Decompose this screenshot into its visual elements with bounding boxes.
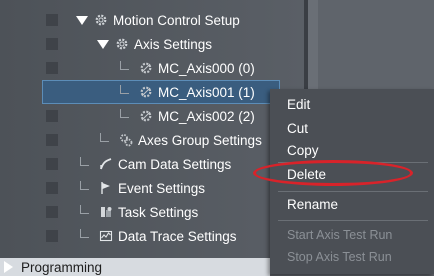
tree-item-label: Axis Settings	[134, 36, 213, 52]
tree-item-label: MC_Axis002 (2)	[158, 108, 255, 124]
tree-section-programming[interactable]: Programming	[0, 258, 270, 276]
tree-item-label: Axes Group Settings	[138, 132, 262, 148]
expand-arrow-icon[interactable]	[97, 39, 109, 49]
tree-connector	[100, 132, 109, 142]
tree-item-label: Motion Control Setup	[113, 12, 240, 28]
tree-connector	[80, 156, 89, 166]
cam-curve-icon	[99, 157, 113, 171]
tree-item-event-settings[interactable]: Event Settings	[0, 176, 304, 200]
tree-item-label: MC_Axis000 (0)	[158, 60, 255, 76]
tree-item-axis1[interactable]: MC_Axis001 (1)	[0, 80, 304, 104]
expand-arrow-icon[interactable]	[76, 15, 88, 25]
gear-icon	[115, 37, 129, 51]
tree-item-task-settings[interactable]: Task Settings	[0, 200, 304, 224]
tree-connector	[120, 60, 129, 70]
tree-item-label: Event Settings	[118, 180, 206, 196]
menu-item-edit[interactable]: Edit	[270, 94, 434, 116]
tree-connector	[120, 84, 129, 94]
menu-item-stop-axis-test-run: Stop Axis Test Run	[287, 250, 392, 264]
section-label: Programming	[21, 259, 103, 275]
menu-separator	[278, 191, 428, 192]
tree-connector	[120, 108, 129, 118]
tree-connector	[80, 180, 89, 190]
flag-icon	[99, 181, 113, 195]
axes-group-icon	[119, 133, 133, 147]
menu-item-rename[interactable]: Rename	[270, 194, 434, 216]
axis-gear-icon	[139, 61, 153, 75]
tree-item-axis0[interactable]: MC_Axis000 (0)	[0, 56, 304, 80]
collapse-arrow-icon[interactable]	[4, 261, 13, 273]
axis-gear-icon	[139, 85, 153, 99]
trace-chart-icon	[99, 229, 113, 243]
tree-item-axes-group-settings[interactable]: Axes Group Settings	[0, 128, 304, 152]
axis-gear-icon	[139, 109, 153, 123]
menu-item-copy[interactable]: Copy	[270, 140, 434, 162]
tree-item-label: Data Trace Settings	[118, 228, 237, 244]
tree-connector	[80, 228, 89, 238]
tree-item-motion-control-setup[interactable]: Motion Control Setup	[0, 8, 304, 32]
tree-item-axis2[interactable]: MC_Axis002 (2)	[0, 104, 304, 128]
tree-item-axis-settings[interactable]: Axis Settings	[0, 32, 304, 56]
tree-item-label: MC_Axis001 (1)	[158, 84, 255, 100]
tree-item-label: Task Settings	[118, 204, 199, 220]
menu-separator	[278, 220, 428, 221]
menu-separator	[278, 162, 428, 163]
context-menu: Edit Cut Copy Delete Rename Start Axis T…	[270, 89, 434, 274]
tree-item-data-trace-settings[interactable]: Data Trace Settings	[0, 224, 304, 248]
menu-item-delete[interactable]: Delete	[270, 164, 434, 186]
tree-connector	[80, 204, 89, 214]
project-tree: Motion Control Setup Axis Settings MC_Ax…	[0, 0, 304, 274]
menu-item-cut[interactable]: Cut	[270, 118, 434, 140]
tree-item-cam-data-settings[interactable]: Cam Data Settings	[0, 152, 304, 176]
gear-icon	[94, 13, 108, 27]
task-icon	[99, 205, 113, 219]
tree-item-label: Cam Data Settings	[118, 156, 232, 172]
menu-item-start-axis-test-run: Start Axis Test Run	[287, 228, 393, 242]
